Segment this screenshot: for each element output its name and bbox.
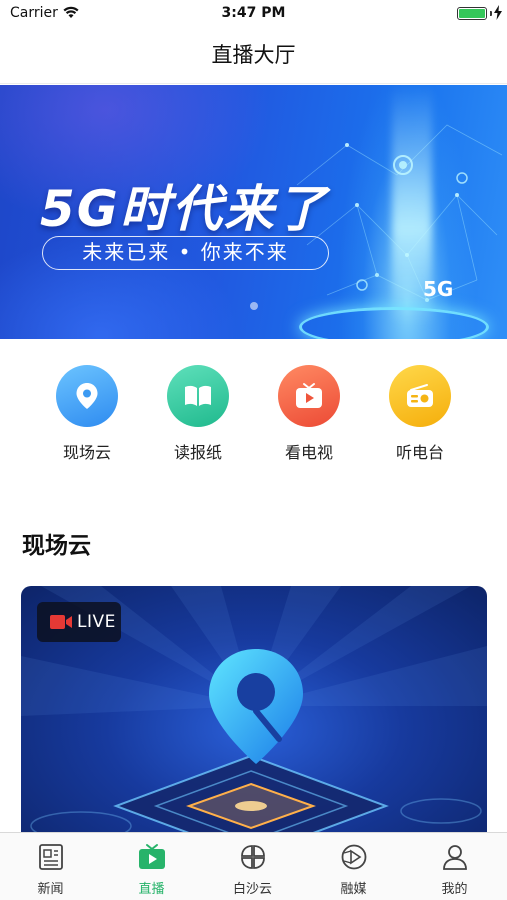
quick-link-label: 听电台 — [395, 443, 444, 462]
location-pin-graphic — [209, 649, 303, 764]
banner-5g-badge: 5G — [423, 277, 454, 301]
live-tv-icon — [139, 844, 165, 869]
tab-label: 白沙云 — [232, 882, 272, 897]
quick-link-tingdiantai[interactable]: 听电台 — [365, 365, 475, 463]
live-badge: LIVE — [37, 602, 121, 642]
tab-label: 融媒 — [340, 882, 367, 897]
tv-play-icon — [278, 365, 340, 427]
tab-mine[interactable]: 我的 — [404, 833, 505, 900]
cloud-grid-icon — [241, 845, 265, 869]
news-icon — [39, 844, 63, 870]
section-title: 现场云 — [22, 533, 91, 559]
quick-link-label: 看电视 — [284, 443, 333, 462]
nav-bar: 直播大厅 — [0, 28, 507, 84]
quick-links: 现场云 读报纸 看电视 听电台 — [0, 365, 507, 475]
promo-banner[interactable]: 5G时代来了 未来已来 • 你来不来 5G — [0, 85, 507, 339]
user-icon — [443, 845, 467, 870]
live-label: LIVE — [77, 612, 116, 632]
quick-link-label: 读报纸 — [173, 443, 222, 462]
status-time: 3:47 PM — [221, 5, 286, 21]
battery-icon — [457, 7, 487, 20]
page-title: 直播大厅 — [211, 43, 296, 67]
quick-link-xianchangyun[interactable]: 现场云 — [32, 365, 142, 463]
banner-headline: 5G时代来了 — [40, 180, 328, 238]
book-icon — [167, 365, 229, 427]
charging-bolt-icon — [494, 5, 502, 20]
tab-label: 直播 — [138, 882, 165, 897]
tab-bar: 新闻 直播 白沙云 融媒 我的 — [0, 832, 507, 900]
quick-link-dubaozhi[interactable]: 读报纸 — [143, 365, 253, 463]
video-camera-icon — [50, 615, 72, 629]
battery-cap — [490, 11, 492, 16]
tab-label: 我的 — [441, 882, 468, 897]
tab-label: 新闻 — [37, 882, 64, 897]
carousel-indicator[interactable] — [250, 302, 258, 310]
tab-baishayun[interactable]: 白沙云 — [202, 833, 303, 900]
location-pin-icon — [56, 365, 118, 427]
live-stream-card[interactable]: LIVE — [21, 586, 487, 846]
tab-news[interactable]: 新闻 — [0, 833, 101, 900]
battery-level — [459, 9, 485, 18]
tab-live[interactable]: 直播 — [101, 833, 202, 900]
banner-glow-ring — [299, 307, 489, 339]
quick-link-kandianshi[interactable]: 看电视 — [254, 365, 364, 463]
media-play-icon — [341, 844, 367, 870]
radio-icon — [389, 365, 451, 427]
banner-subtitle: 未来已来 • 你来不来 — [42, 236, 329, 270]
quick-link-label: 现场云 — [62, 443, 111, 462]
status-bar: Carrier 3:47 PM — [0, 0, 507, 28]
tab-rongmei[interactable]: 融媒 — [303, 833, 404, 900]
